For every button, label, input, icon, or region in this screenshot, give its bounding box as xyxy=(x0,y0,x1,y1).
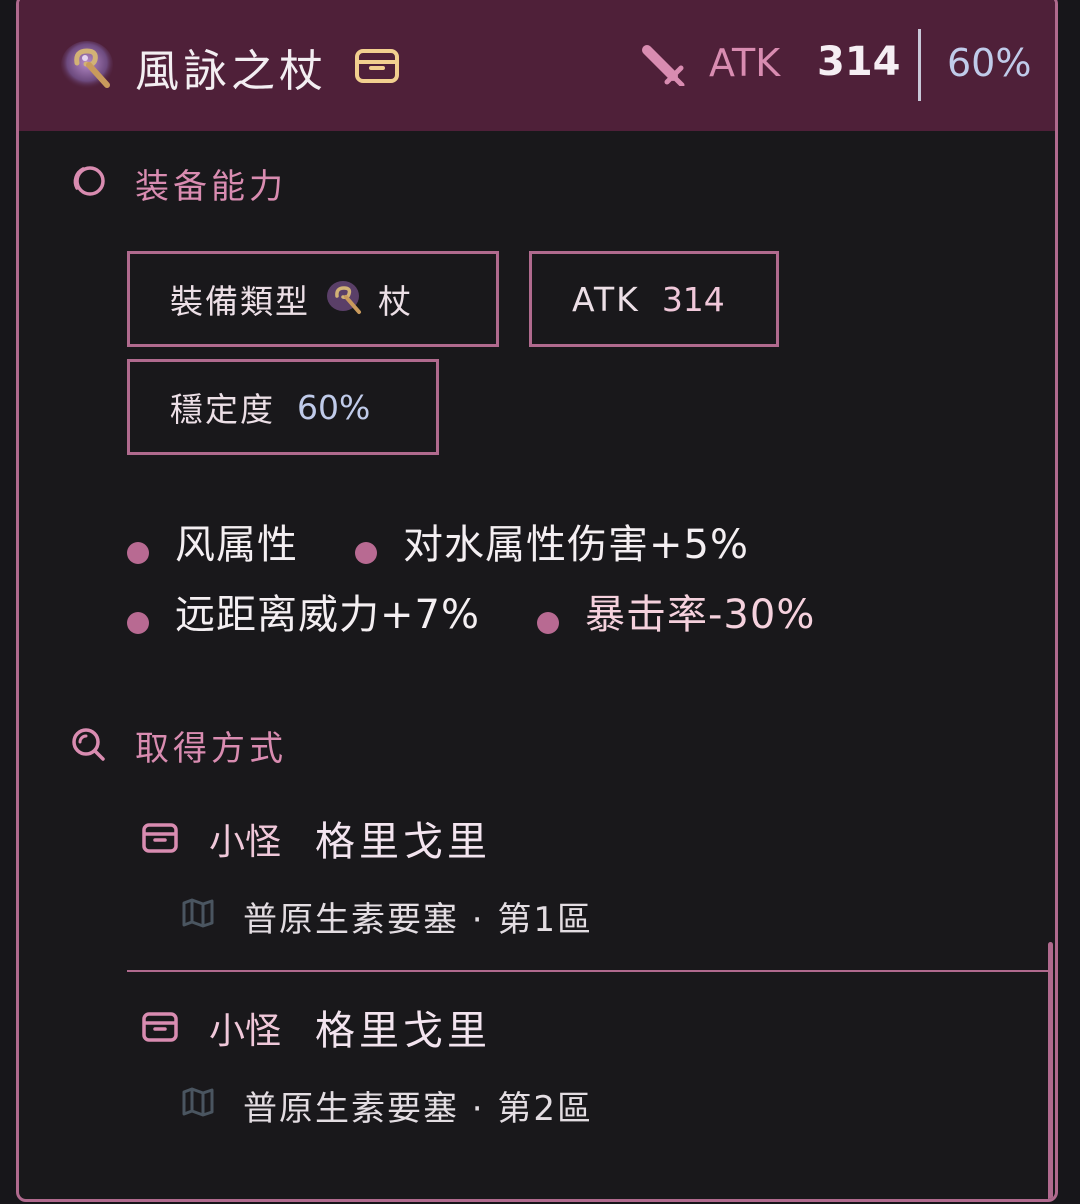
item-title: 風詠之杖 xyxy=(135,46,327,97)
weapon-type-value: 杖 xyxy=(378,282,413,321)
search-icon xyxy=(72,728,105,761)
header-atk-value: 314 xyxy=(817,39,901,85)
stability-value: 60% xyxy=(297,387,371,427)
header-stability-value: 60% xyxy=(947,41,1032,85)
source-type: 小怪 xyxy=(209,1011,282,1052)
map-icon xyxy=(182,1087,214,1117)
header-atk-label: ATK xyxy=(709,41,781,85)
trait-bullet xyxy=(127,612,149,634)
stability-label: 穩定度 xyxy=(170,390,275,429)
source-location[interactable]: 普原生素要塞 · 第1區 xyxy=(243,892,593,941)
trait-item: 对水属性伤害+5% xyxy=(403,522,749,568)
weapon-type-label: 裝備類型 xyxy=(170,282,310,321)
trait-item: 远距离威力+7% xyxy=(175,592,480,638)
trait-item: 风属性 xyxy=(175,522,298,568)
atk-stat-value: 314 xyxy=(661,279,725,319)
map-icon xyxy=(182,898,214,928)
chest-icon[interactable] xyxy=(354,48,400,84)
header-divider xyxy=(918,29,921,101)
atk-stat-label: ATK xyxy=(572,279,640,319)
trait-bullet xyxy=(127,542,149,564)
stability-stat: 穩定度 60% xyxy=(127,359,439,455)
item-header: 風詠之杖 ATK 314 60% xyxy=(19,0,1055,131)
acquisition-heading: 取得方式 xyxy=(135,729,287,769)
source-type: 小怪 xyxy=(209,822,282,863)
source-location[interactable]: 普原生素要塞 · 第2區 xyxy=(243,1081,593,1130)
source-divider xyxy=(127,970,1049,972)
staff-icon xyxy=(61,41,113,89)
chest-icon xyxy=(142,823,178,853)
trait-bullet xyxy=(355,542,377,564)
staff-icon xyxy=(327,281,361,314)
trait-item-negative: 暴击率-30% xyxy=(585,592,816,638)
trait-bullet xyxy=(537,612,559,634)
weapon-type-stat: 裝備類型 杖 xyxy=(127,251,499,347)
chest-icon xyxy=(142,1012,178,1042)
scrollbar-thumb[interactable] xyxy=(1048,942,1053,1199)
source-name[interactable]: 格里戈里 xyxy=(315,998,491,1056)
abilities-heading: 装备能力 xyxy=(135,167,287,207)
source-name[interactable]: 格里戈里 xyxy=(315,809,491,867)
swirl-icon xyxy=(73,166,105,196)
atk-stat: ATK 314 xyxy=(529,251,779,347)
item-card: 風詠之杖 ATK 314 60% 装备能力 裝備類型 杖 ATK 314 穩定度… xyxy=(16,0,1058,1202)
sword-icon xyxy=(642,45,685,86)
